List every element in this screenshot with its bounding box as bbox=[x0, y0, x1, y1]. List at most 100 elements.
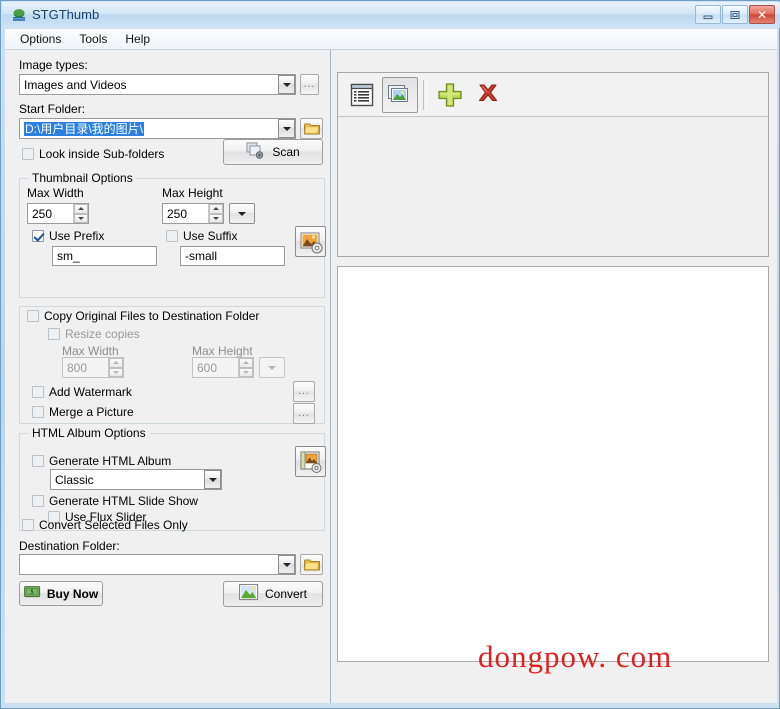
thumbnail-options-title: Thumbnail Options bbox=[28, 171, 137, 185]
merge-picture-browse-button[interactable]: ... bbox=[293, 403, 315, 424]
copy-size-presets-button[interactable] bbox=[259, 357, 285, 378]
files-pane bbox=[332, 50, 777, 703]
add-watermark-browse-button[interactable]: ... bbox=[293, 381, 315, 402]
convert-button[interactable]: Convert bbox=[223, 581, 323, 607]
start-folder-browse-button[interactable] bbox=[300, 118, 323, 139]
minimize-button[interactable] bbox=[695, 5, 721, 24]
prefix-value: sm_ bbox=[57, 249, 80, 263]
use-suffix-label: Use Suffix bbox=[183, 229, 238, 243]
image-types-value: Images and Videos bbox=[24, 77, 127, 92]
file-toolbar bbox=[338, 73, 768, 117]
menu-options[interactable]: Options bbox=[11, 30, 70, 48]
thumb-max-height-label: Max Height bbox=[162, 186, 223, 200]
checkbox-box bbox=[32, 406, 44, 418]
use-prefix-label: Use Prefix bbox=[49, 229, 105, 243]
destination-folder-label: Destination Folder: bbox=[19, 539, 120, 553]
spinner-down-icon[interactable] bbox=[109, 367, 123, 377]
copy-max-height-label: Max Height bbox=[192, 344, 253, 358]
scan-button[interactable]: Scan bbox=[223, 139, 323, 165]
close-button[interactable]: ✕ bbox=[749, 5, 775, 24]
file-list-panel bbox=[337, 72, 769, 257]
thumb-max-height-spinner[interactable]: 250 bbox=[162, 203, 224, 224]
generate-html-album-checkbox[interactable]: Generate HTML Album bbox=[32, 454, 171, 468]
list-view-button[interactable] bbox=[344, 77, 380, 113]
resize-copies-checkbox[interactable]: Resize copies bbox=[48, 327, 140, 341]
copy-max-height-spinner[interactable]: 600 bbox=[192, 357, 254, 378]
use-prefix-checkbox[interactable]: Use Prefix bbox=[32, 229, 104, 243]
convert-selected-only-checkbox[interactable]: Convert Selected Files Only bbox=[22, 518, 188, 532]
album-settings-icon bbox=[300, 451, 321, 473]
chevron-down-icon[interactable] bbox=[278, 119, 295, 138]
destination-folder-browse-button[interactable] bbox=[300, 554, 323, 575]
checkbox-box bbox=[32, 230, 44, 242]
spinner-down-icon[interactable] bbox=[74, 213, 88, 223]
remove-files-button[interactable] bbox=[470, 77, 506, 113]
merge-picture-checkbox[interactable]: Merge a Picture bbox=[32, 405, 134, 419]
maximize-button[interactable] bbox=[722, 5, 748, 24]
thumbnail-view-button[interactable] bbox=[382, 76, 418, 113]
menu-tools[interactable]: Tools bbox=[70, 30, 116, 48]
checkbox-box bbox=[27, 310, 39, 322]
client-area: Options Tools Help Image types: Images a… bbox=[5, 29, 777, 703]
image-types-combo[interactable]: Images and Videos bbox=[19, 74, 296, 95]
close-icon: ✕ bbox=[756, 7, 768, 22]
thumb-size-presets-button[interactable] bbox=[229, 203, 255, 224]
html-album-options-title: HTML Album Options bbox=[28, 426, 150, 440]
buy-now-button[interactable]: $ Buy Now bbox=[19, 581, 103, 606]
spinner-up-icon[interactable] bbox=[109, 358, 123, 368]
preview-panel[interactable] bbox=[337, 266, 769, 662]
spinner-down-icon[interactable] bbox=[209, 213, 223, 223]
thumbnail-view-icon bbox=[388, 84, 408, 102]
spinner-down-icon[interactable] bbox=[239, 367, 253, 377]
add-watermark-checkbox[interactable]: Add Watermark bbox=[32, 385, 132, 399]
title-bar: STGThumb ✕ bbox=[2, 2, 780, 28]
scan-icon bbox=[246, 142, 266, 163]
html-album-settings-button[interactable] bbox=[295, 446, 326, 477]
suffix-input[interactable]: -small bbox=[180, 246, 285, 266]
generate-slide-show-checkbox[interactable]: Generate HTML Slide Show bbox=[32, 494, 198, 508]
generate-slide-show-label: Generate HTML Slide Show bbox=[49, 494, 198, 508]
thumb-max-width-spinner[interactable]: 250 bbox=[27, 203, 89, 224]
look-inside-subfolders-label: Look inside Sub-folders bbox=[39, 147, 165, 161]
spinner-buttons[interactable] bbox=[73, 204, 88, 223]
spinner-buttons[interactable] bbox=[208, 204, 223, 223]
generate-html-album-label: Generate HTML Album bbox=[49, 454, 172, 468]
chevron-down-icon[interactable] bbox=[204, 470, 221, 489]
spinner-up-icon[interactable] bbox=[74, 204, 88, 214]
copy-max-height-value: 600 bbox=[197, 360, 218, 375]
checkbox-box bbox=[22, 519, 34, 531]
start-folder-combo[interactable]: D:\用户目录\我的图片\ bbox=[19, 118, 296, 139]
window-frame: STGThumb ✕ Options Tools Help Image type… bbox=[0, 0, 780, 709]
image-types-label: Image types: bbox=[19, 58, 88, 72]
add-files-button[interactable] bbox=[432, 77, 468, 113]
copy-max-width-value: 800 bbox=[67, 360, 88, 375]
chevron-down-icon bbox=[238, 211, 246, 216]
menu-bar: Options Tools Help bbox=[5, 29, 777, 50]
spinner-up-icon[interactable] bbox=[239, 358, 253, 368]
buy-now-label: Buy Now bbox=[46, 586, 99, 601]
file-list-area[interactable] bbox=[338, 117, 768, 256]
spinner-buttons[interactable] bbox=[238, 358, 253, 377]
menu-help[interactable]: Help bbox=[116, 30, 159, 48]
thumb-max-width-label: Max Width bbox=[27, 186, 84, 200]
list-view-icon bbox=[350, 83, 374, 106]
spinner-buttons[interactable] bbox=[108, 358, 123, 377]
chevron-down-icon[interactable] bbox=[278, 75, 295, 94]
album-template-value: Classic bbox=[55, 472, 94, 487]
destination-folder-combo[interactable] bbox=[19, 554, 296, 575]
start-folder-label: Start Folder: bbox=[19, 102, 86, 116]
chevron-down-icon bbox=[268, 365, 276, 370]
toolbar-separator bbox=[423, 79, 427, 110]
copy-original-files-checkbox[interactable]: Copy Original Files to Destination Folde… bbox=[27, 309, 259, 323]
thumbnail-settings-button[interactable] bbox=[295, 226, 326, 257]
copy-max-width-spinner[interactable]: 800 bbox=[62, 357, 124, 378]
spinner-up-icon[interactable] bbox=[209, 204, 223, 214]
prefix-input[interactable]: sm_ bbox=[52, 246, 157, 266]
minimize-icon bbox=[696, 6, 720, 23]
use-suffix-checkbox[interactable]: Use Suffix bbox=[166, 229, 237, 243]
image-types-browse-button[interactable]: ... bbox=[300, 74, 319, 95]
chevron-down-icon[interactable] bbox=[278, 555, 295, 574]
album-template-combo[interactable]: Classic bbox=[50, 469, 222, 490]
look-inside-subfolders-checkbox[interactable]: Look inside Sub-folders bbox=[22, 147, 164, 161]
folder-icon bbox=[303, 559, 320, 571]
